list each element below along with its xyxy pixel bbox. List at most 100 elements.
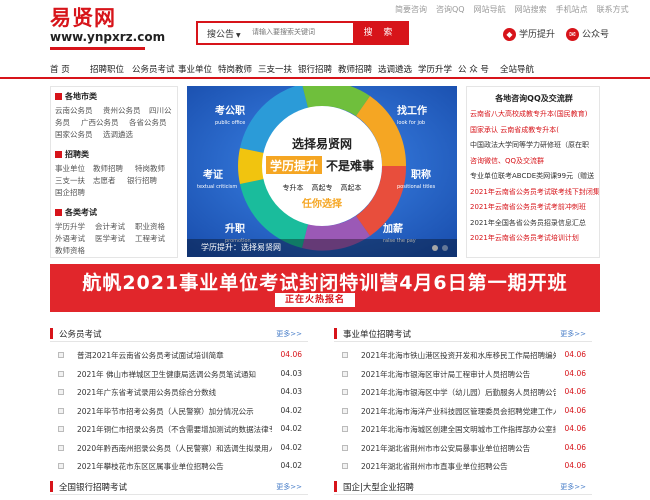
more-link[interactable]: 更多>> [276, 482, 302, 492]
top-link[interactable]: 手机站点 [556, 5, 588, 14]
category-link[interactable]: 三支一扶 [55, 175, 85, 186]
news-row[interactable]: 2021年北海市海洋产业科技园区管理委员会招聘党建工作人员 04.06 [334, 406, 592, 418]
top-link[interactable]: 网站搜索 [515, 5, 547, 14]
news-row[interactable]: 2021年铜仁市招录公务员（不含需要增加测试的数据法律专业生公示 04.02 [50, 424, 308, 436]
category-link[interactable]: 教师资格 [55, 245, 85, 256]
news-row[interactable]: 2021年北海市银海区审计局工程审计人员招聘公告 04.06 [334, 369, 592, 381]
ad-strip[interactable]: 航帆2021事业单位考试封闭特训营4月6日第一期开班 正在火热报名 [50, 264, 600, 312]
news-title[interactable]: 2021年湖北省荆州市市公安局暴事业单位招聘公告 [361, 443, 556, 454]
category-link[interactable]: 外语考试 [55, 233, 85, 244]
panel-marker-icon [50, 481, 53, 492]
qq-list-item[interactable]: 2021年云南省公务员考试联考线下封闭集训营 [470, 187, 599, 197]
nav-item-public-inst[interactable]: 事业单位 [178, 63, 212, 75]
news-title[interactable]: 2021年北海市银海区审计局工程审计人员招聘公告 [361, 369, 556, 380]
news-row[interactable]: 2021年湖北省荆州市市直事业单位招聘公告 04.06 [334, 461, 592, 473]
site-logo[interactable]: 易贤网 www.ynpxrz.com [50, 5, 165, 52]
logo-text: 易贤网 [50, 5, 116, 30]
category-link[interactable]: 学历升学 [55, 221, 85, 232]
news-date: 04.02 [280, 442, 302, 452]
nav-item-sanzhiyifu[interactable]: 三支一扶 [258, 63, 292, 75]
news-row[interactable]: 2020年黔西南州招录公务员（人民警察）和选调生拟录用人员公示 04.02 [50, 443, 308, 455]
news-title[interactable]: 2021年攀枝花市东区区属事业单位招聘公告 [77, 461, 272, 472]
news-title[interactable]: 2021年北海市铁山港区投资开发和水库移民工作局招聘编外 [361, 350, 556, 361]
qq-list-item[interactable]: 2021年全国各省公务员招录信息汇总 [470, 218, 586, 228]
nav-item-civil-exam[interactable]: 公务员考试 [132, 63, 175, 75]
news-row[interactable]: 2021年毕节市招考公务员（人民警察）加分情况公示 04.02 [50, 406, 308, 418]
panel-title: 事业单位招聘考试 [343, 330, 412, 340]
news-title[interactable]: 2021年北海市海城区创建全国文明城市工作指挥部办公室招聘 [361, 424, 556, 435]
category-link[interactable]: 会计考试 [95, 221, 125, 232]
qq-list-item[interactable]: 云南省八大高校成教专升本(国民教育) [470, 109, 587, 119]
qq-list-item[interactable]: 咨询微信、QQ及交流群 [470, 156, 544, 166]
category-link[interactable]: 特岗教师 [135, 163, 165, 174]
news-bullet-icon [58, 389, 64, 395]
nav-item-jobs[interactable]: 招聘职位 [90, 63, 124, 75]
category-link[interactable]: 志愿者 [93, 175, 116, 186]
category-link[interactable]: 工程考试 [135, 233, 165, 244]
qq-list-item[interactable]: 2021年云南省公务员考试培训计划 [470, 233, 579, 243]
qq-list-item[interactable]: 中国政法大学同等学力研修班（原在职 [470, 140, 589, 150]
news-row[interactable]: 2021年 佛山市禅城区卫生健康局选调公务员笔试通知 04.03 [50, 369, 308, 381]
more-link[interactable]: 更多>> [560, 329, 586, 339]
top-link[interactable]: 联系方式 [597, 5, 629, 14]
category-link[interactable]: 四川公 [149, 105, 172, 116]
category-link[interactable]: 选调遴选 [103, 129, 133, 140]
category-link[interactable]: 贵州公务员 [103, 105, 141, 116]
more-link[interactable]: 更多>> [560, 482, 586, 492]
news-title[interactable]: 2021年铜仁市招录公务员（不含需要增加测试的数据法律专业生公示 [77, 424, 272, 435]
news-title[interactable]: 2021年 佛山市禅城区卫生健康局选调公务员笔试通知 [77, 369, 272, 380]
nav-item-sitemap[interactable]: 全站导航 [500, 63, 534, 75]
category-marker-icon [55, 93, 62, 100]
wechat-link[interactable]: ✉ 公众号 [566, 27, 609, 41]
search-input[interactable] [252, 28, 352, 36]
nav-item-special-teacher[interactable]: 特岗教师 [218, 63, 252, 75]
top-link[interactable]: 简要咨询 [395, 5, 427, 14]
category-link[interactable]: 务员 [55, 117, 70, 128]
news-title[interactable]: 2020年黔西南州招录公务员（人民警察）和选调生拟录用人员公示 [77, 443, 272, 454]
category-link[interactable]: 云南公务员 [55, 105, 93, 116]
category-link[interactable]: 广西公务员 [81, 117, 119, 128]
news-row[interactable]: 2021年北海市铁山港区投资开发和水库移民工作局招聘编外 04.06 [334, 350, 592, 362]
category-link[interactable]: 国家公务员 [55, 129, 93, 140]
top-link[interactable]: 咨询QQ [436, 5, 465, 14]
nav-item-selection[interactable]: 选调遴选 [378, 63, 412, 75]
panel-marker-icon [50, 328, 53, 339]
category-link[interactable]: 各省公务员 [129, 117, 167, 128]
category-link[interactable]: 事业单位 [55, 163, 85, 174]
news-row[interactable]: 2021年攀枝花市东区区属事业单位招聘公告 04.02 [50, 461, 308, 473]
news-title[interactable]: 2021年北海市海洋产业科技园区管理委员会招聘党建工作人员 [361, 406, 556, 417]
qq-list-item[interactable]: 专业单位联考ABCDE类网课99元（赠送 [470, 171, 594, 181]
category-heading-exams: 各类考试 [55, 207, 97, 218]
nav-item-education[interactable]: 学历升学 [418, 63, 452, 75]
news-row[interactable]: 2021年北海市银海区中学（幼儿园）后勤服务人员招聘公告 04.06 [334, 387, 592, 399]
nav-item-home[interactable]: 首 页 [50, 63, 70, 75]
qq-list-item[interactable]: 国家承认 云南省成教专升本( [470, 125, 559, 135]
category-link[interactable]: 国企招聘 [55, 187, 85, 198]
search-category-select[interactable]: 搜公告 ▼ [207, 27, 241, 40]
nav-item-teacher[interactable]: 教师招聘 [338, 63, 372, 75]
panel-marker-icon [334, 328, 337, 339]
news-row[interactable]: 2021年湖北省荆州市市公安局暴事业单位招聘公告 04.06 [334, 443, 592, 455]
news-title[interactable]: 2021年北海市银海区中学（幼儿园）后勤服务人员招聘公告 [361, 387, 556, 398]
category-link[interactable]: 医学考试 [95, 233, 125, 244]
news-title[interactable]: 2021年湖北省荆州市市直事业单位招聘公告 [361, 461, 556, 472]
news-row[interactable]: 普洱2021年云南省公务员考试面试培训简章 04.06 [50, 350, 308, 362]
promo-banner[interactable]: 考公职 public office 找工作 look for job 考证 te… [187, 86, 457, 257]
news-title[interactable]: 2021年毕节市招考公务员（人民警察）加分情况公示 [77, 406, 272, 417]
qq-list-item[interactable]: 2021年云南省公务员考试考前冲刺班 [470, 202, 586, 212]
edu-upgrade-link[interactable]: ◆ 学历提升 [503, 27, 555, 41]
search-button[interactable]: 搜 索 [353, 23, 407, 43]
news-row[interactable]: 2021年广东省考试录用公务员综合分数线 04.03 [50, 387, 308, 399]
nav-item-bank[interactable]: 银行招聘 [298, 63, 332, 75]
top-link[interactable]: 网站导航 [474, 5, 506, 14]
ring-label-en: positional titles [397, 184, 436, 190]
category-link[interactable]: 银行招聘 [127, 175, 157, 186]
search-bar: 搜公告▼ 搜 索 [196, 21, 409, 45]
more-link[interactable]: 更多>> [276, 329, 302, 339]
category-link[interactable]: 教师招聘 [93, 163, 123, 174]
news-row[interactable]: 2021年北海市海城区创建全国文明城市工作指挥部办公室招聘 04.06 [334, 424, 592, 436]
category-link[interactable]: 职业资格 [135, 221, 165, 232]
nav-item-wechat[interactable]: 公 众 号 [458, 63, 489, 75]
news-title[interactable]: 普洱2021年云南省公务员考试面试培训简章 [77, 350, 272, 361]
news-title[interactable]: 2021年广东省考试录用公务员综合分数线 [77, 387, 272, 398]
